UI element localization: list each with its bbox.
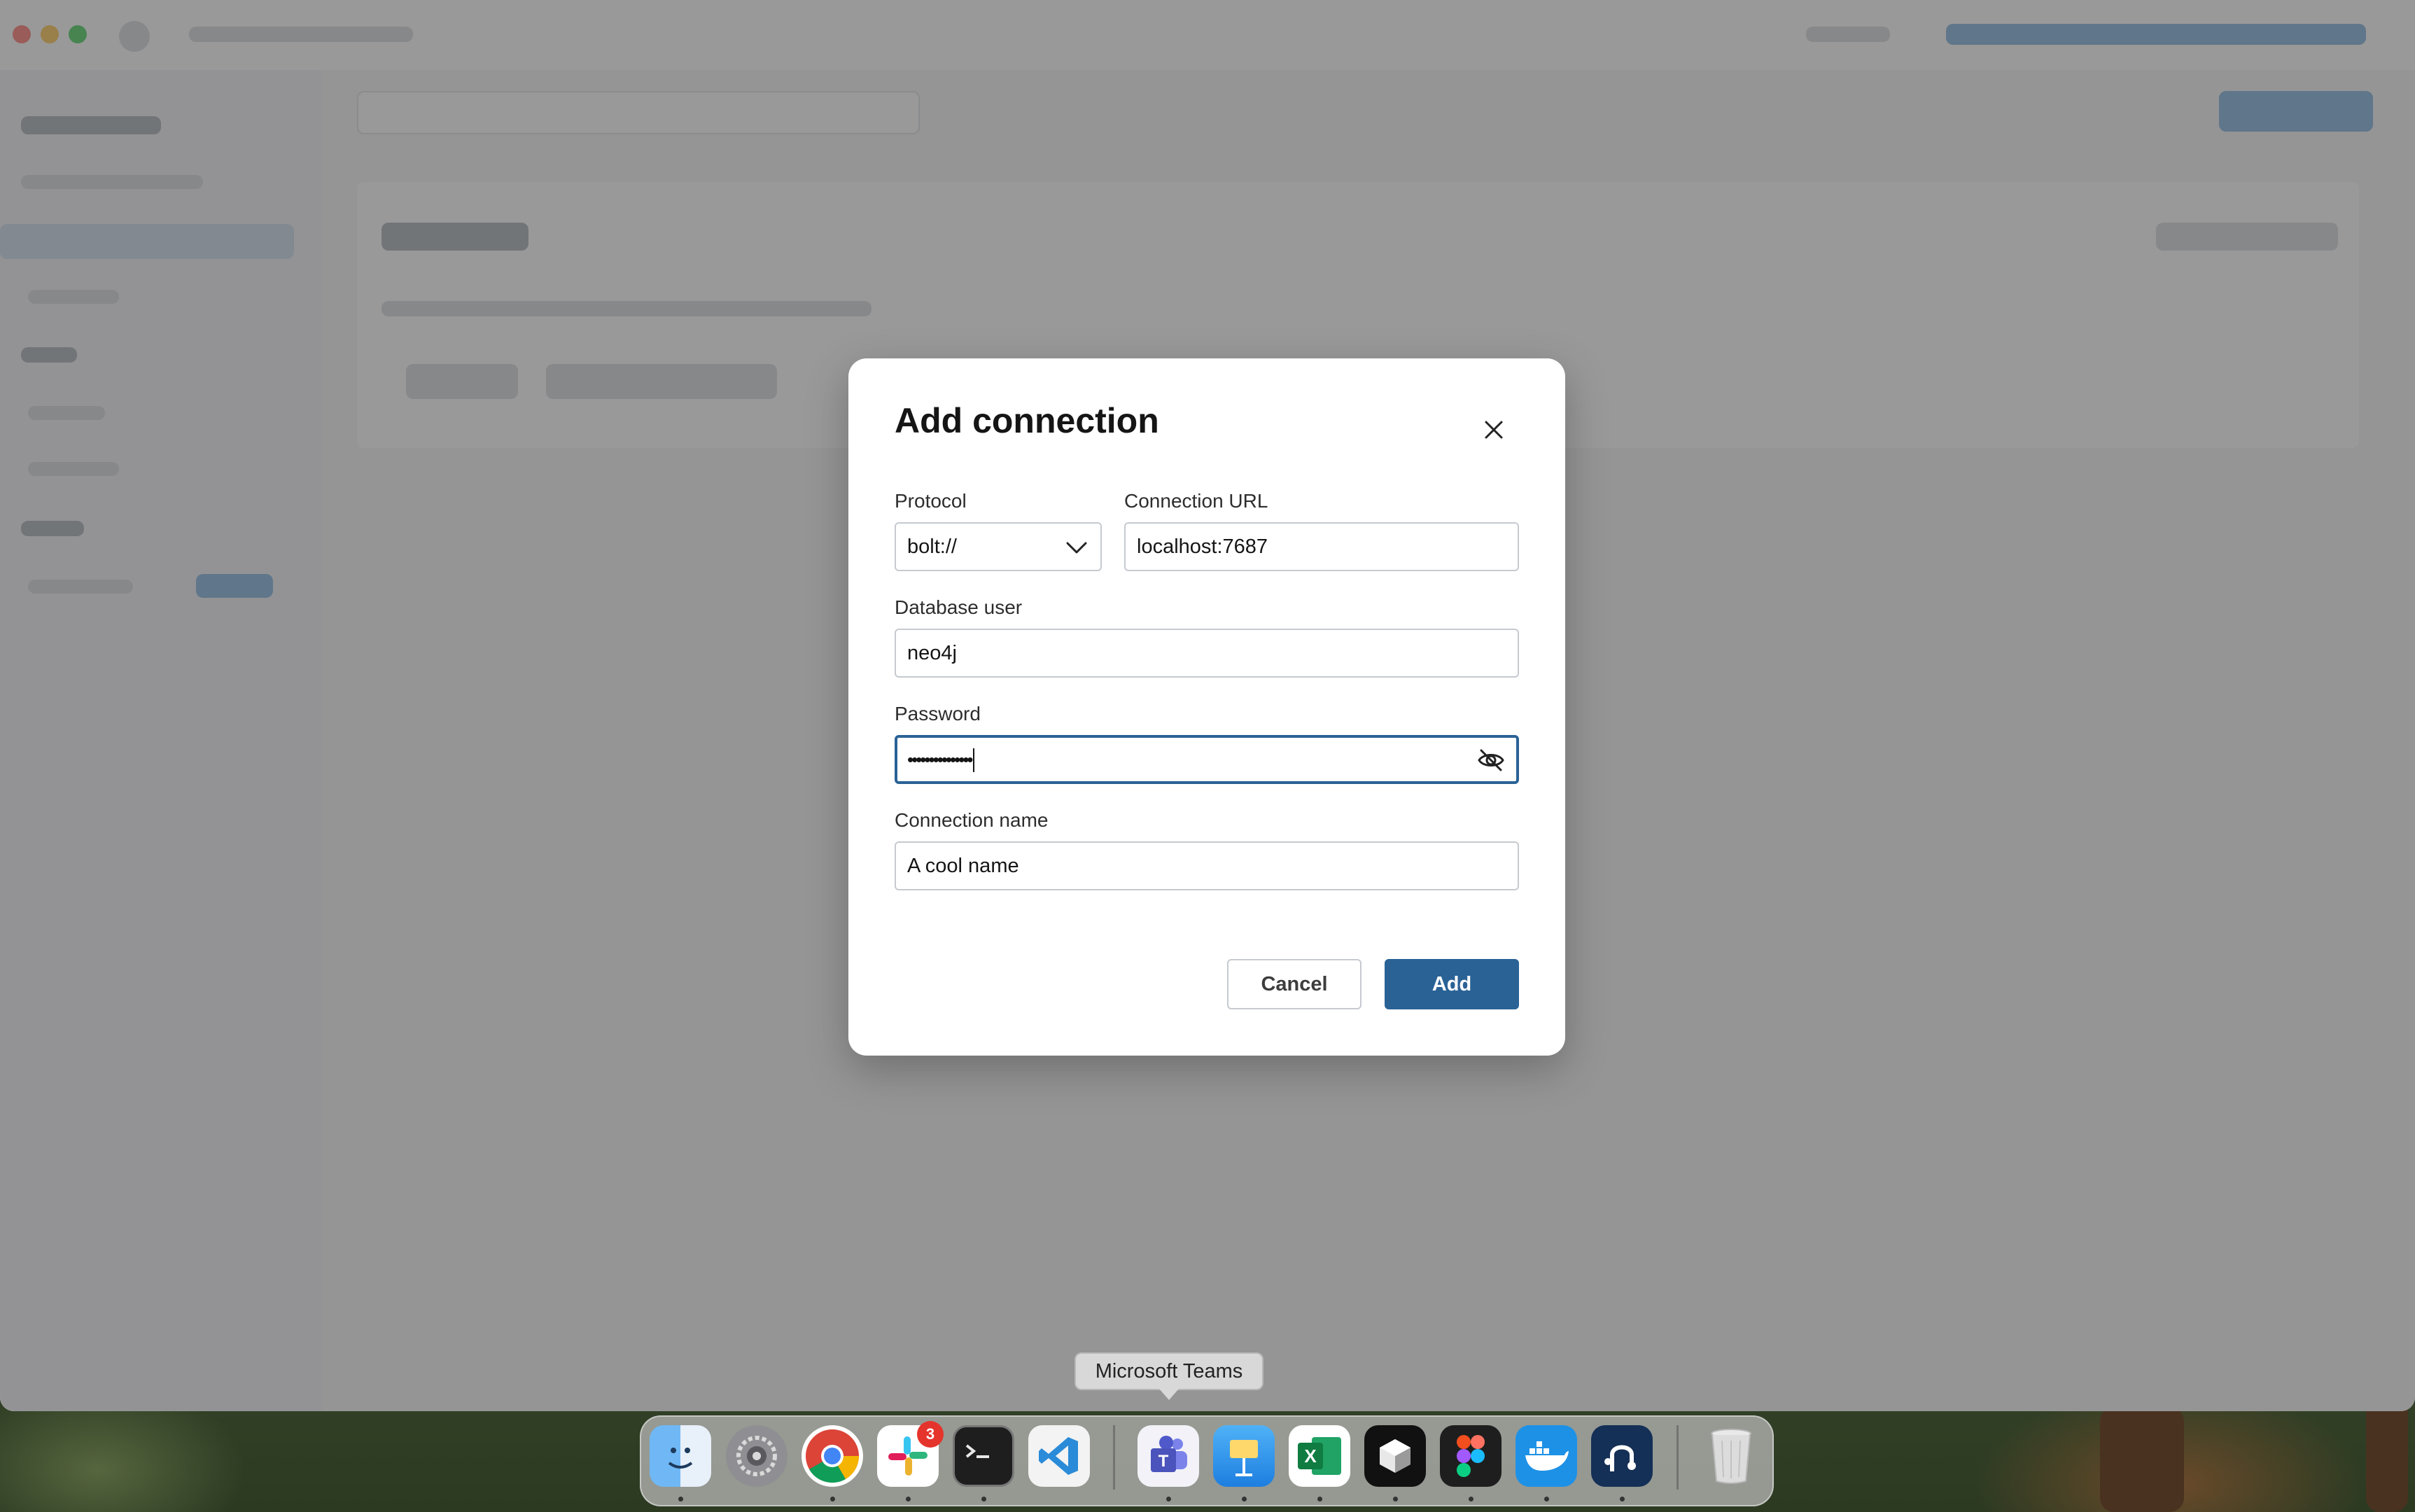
- trash-icon[interactable]: [1700, 1425, 1762, 1487]
- connection-name-input[interactable]: A cool name: [895, 841, 1519, 890]
- running-indicator: [1620, 1497, 1625, 1502]
- figma-icon[interactable]: [1440, 1425, 1502, 1487]
- password-value: •••••••••••••••: [907, 749, 974, 770]
- dock-separator: [1113, 1425, 1115, 1490]
- running-indicator: [1469, 1497, 1474, 1502]
- close-icon: [1485, 421, 1503, 439]
- connection-name-label: Connection name: [895, 809, 1049, 831]
- connection-url-value: localhost:7687: [1137, 536, 1268, 558]
- close-dialog-button[interactable]: [1476, 412, 1512, 448]
- tooltip-arrow: [1159, 1389, 1179, 1400]
- settings-icon[interactable]: [726, 1425, 788, 1487]
- database-user-value: neo4j: [907, 642, 957, 664]
- tree-trunk: [2100, 1407, 2184, 1512]
- password-label: Password: [895, 703, 981, 724]
- connection-name-value: A cool name: [907, 855, 1019, 877]
- add-connection-dialog: Add connection Protocol bolt:// Connecti…: [848, 358, 1565, 1056]
- database-user-input[interactable]: neo4j: [895, 629, 1519, 678]
- dock-tooltip: Microsoft Teams: [1074, 1352, 1264, 1390]
- chevron-down-icon: [1066, 542, 1087, 554]
- running-indicator: [1317, 1497, 1322, 1502]
- neo4j-icon[interactable]: [1591, 1425, 1653, 1487]
- add-button[interactable]: Add: [1385, 959, 1519, 1009]
- finder-icon[interactable]: [650, 1425, 711, 1487]
- connection-url-input[interactable]: localhost:7687: [1124, 522, 1519, 571]
- docker-icon[interactable]: [1516, 1425, 1577, 1487]
- running-indicator: [678, 1497, 683, 1502]
- excel-icon[interactable]: X: [1289, 1425, 1350, 1487]
- dock-separator: [1676, 1425, 1679, 1490]
- keynote-icon[interactable]: [1213, 1425, 1275, 1487]
- password-input[interactable]: •••••••••••••••: [895, 735, 1519, 784]
- cancel-button[interactable]: Cancel: [1227, 959, 1362, 1009]
- database-user-label: Database user: [895, 596, 1023, 618]
- connection-url-label: Connection URL: [1124, 490, 1268, 512]
- text-caret: [972, 748, 974, 773]
- chrome-icon[interactable]: [802, 1425, 863, 1487]
- teams-icon[interactable]: T: [1138, 1425, 1199, 1487]
- running-indicator: [830, 1497, 835, 1502]
- running-indicator: [1242, 1497, 1247, 1502]
- notification-badge: 3: [917, 1421, 944, 1448]
- protocol-label: Protocol: [895, 490, 967, 512]
- protocol-select[interactable]: bolt://: [895, 522, 1102, 571]
- running-indicator: [981, 1497, 986, 1502]
- protocol-value: bolt://: [907, 536, 957, 558]
- running-indicator: [906, 1497, 911, 1502]
- terminal-icon[interactable]: [953, 1425, 1014, 1487]
- svg-text:X: X: [1304, 1446, 1317, 1466]
- svg-text:T: T: [1158, 1452, 1169, 1471]
- eye-off-icon[interactable]: [1477, 748, 1505, 773]
- vscode-icon[interactable]: [1028, 1425, 1090, 1487]
- running-indicator: [1393, 1497, 1398, 1502]
- running-indicator: [1166, 1497, 1171, 1502]
- cube-icon[interactable]: [1364, 1425, 1426, 1487]
- running-indicator: [1544, 1497, 1549, 1502]
- dialog-title: Add connection: [895, 401, 1159, 440]
